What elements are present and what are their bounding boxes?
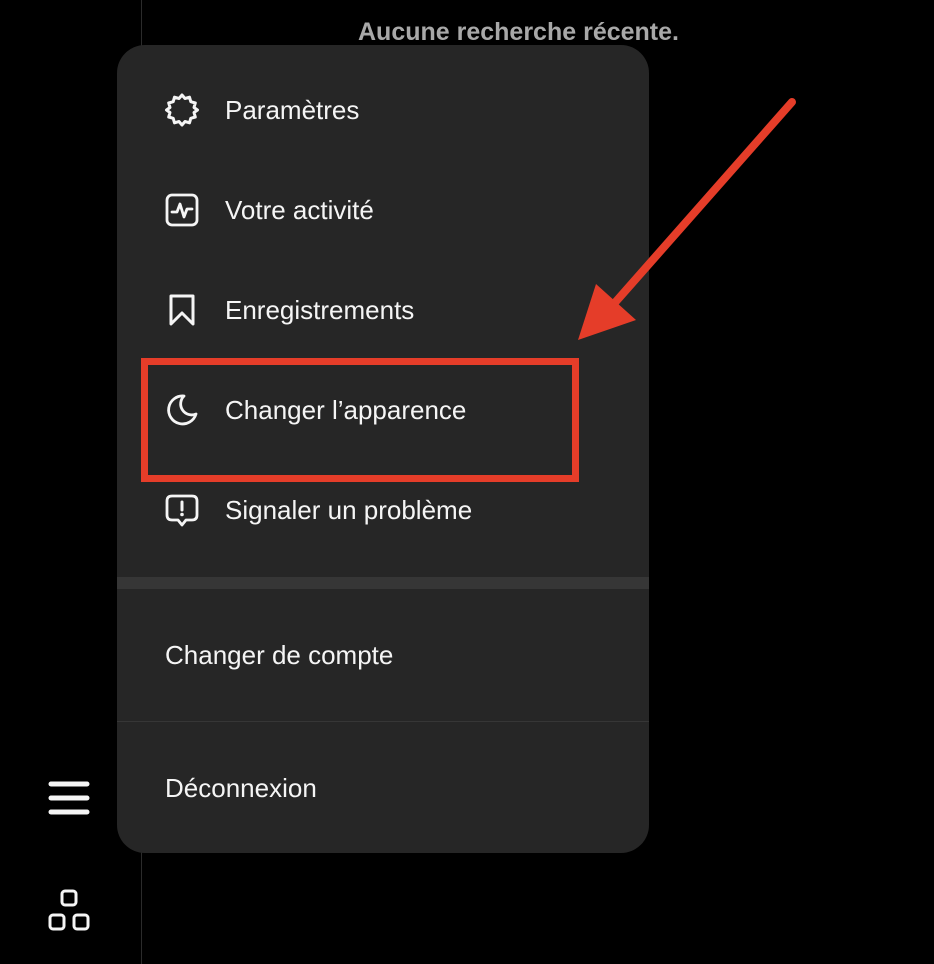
page: Aucune recherche récente. Paramètres Vot… bbox=[0, 0, 934, 964]
more-apps-icon[interactable] bbox=[44, 886, 94, 936]
menu-item-activity[interactable]: Votre activité bbox=[117, 160, 649, 260]
switch-account-button[interactable]: Changer de compte bbox=[117, 605, 649, 705]
menu-item-label: Enregistrements bbox=[225, 294, 415, 325]
menu-item-label: Votre activité bbox=[225, 194, 374, 225]
search-empty-text: Aucune recherche récente. bbox=[358, 18, 679, 46]
more-menu: Paramètres Votre activité Enregistrement… bbox=[117, 45, 649, 853]
bookmark-icon bbox=[163, 291, 201, 329]
menu-group-separator bbox=[117, 577, 649, 589]
menu-item-change-appearance[interactable]: Changer l’apparence bbox=[117, 360, 649, 460]
menu-item-label: Paramètres bbox=[225, 94, 360, 125]
activity-icon bbox=[163, 191, 201, 229]
menu-item-report-problem[interactable]: Signaler un problème bbox=[117, 460, 649, 560]
gear-icon bbox=[163, 91, 201, 129]
moon-icon bbox=[163, 391, 201, 429]
menu-icon[interactable] bbox=[44, 776, 94, 820]
menu-item-saved[interactable]: Enregistrements bbox=[117, 260, 649, 360]
logout-label: Déconnexion bbox=[165, 772, 317, 803]
logout-button[interactable]: Déconnexion bbox=[117, 738, 649, 838]
menu-item-label: Signaler un problème bbox=[225, 494, 473, 525]
menu-item-label: Changer l’apparence bbox=[225, 394, 467, 425]
menu-row-separator bbox=[117, 721, 649, 722]
switch-account-label: Changer de compte bbox=[165, 639, 394, 670]
report-problem-icon bbox=[163, 491, 201, 529]
menu-item-settings[interactable]: Paramètres bbox=[117, 60, 649, 160]
